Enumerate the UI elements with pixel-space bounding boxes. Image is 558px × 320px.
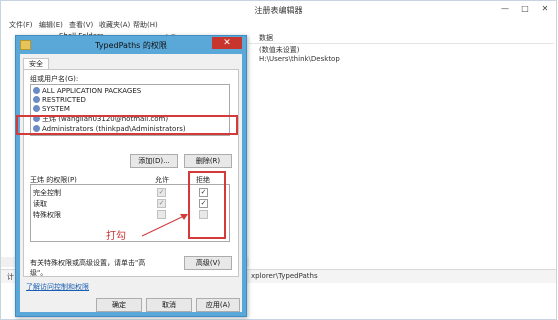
annotation-text: 打勾 bbox=[106, 231, 126, 242]
annotation-arrow bbox=[141, 214, 188, 237]
